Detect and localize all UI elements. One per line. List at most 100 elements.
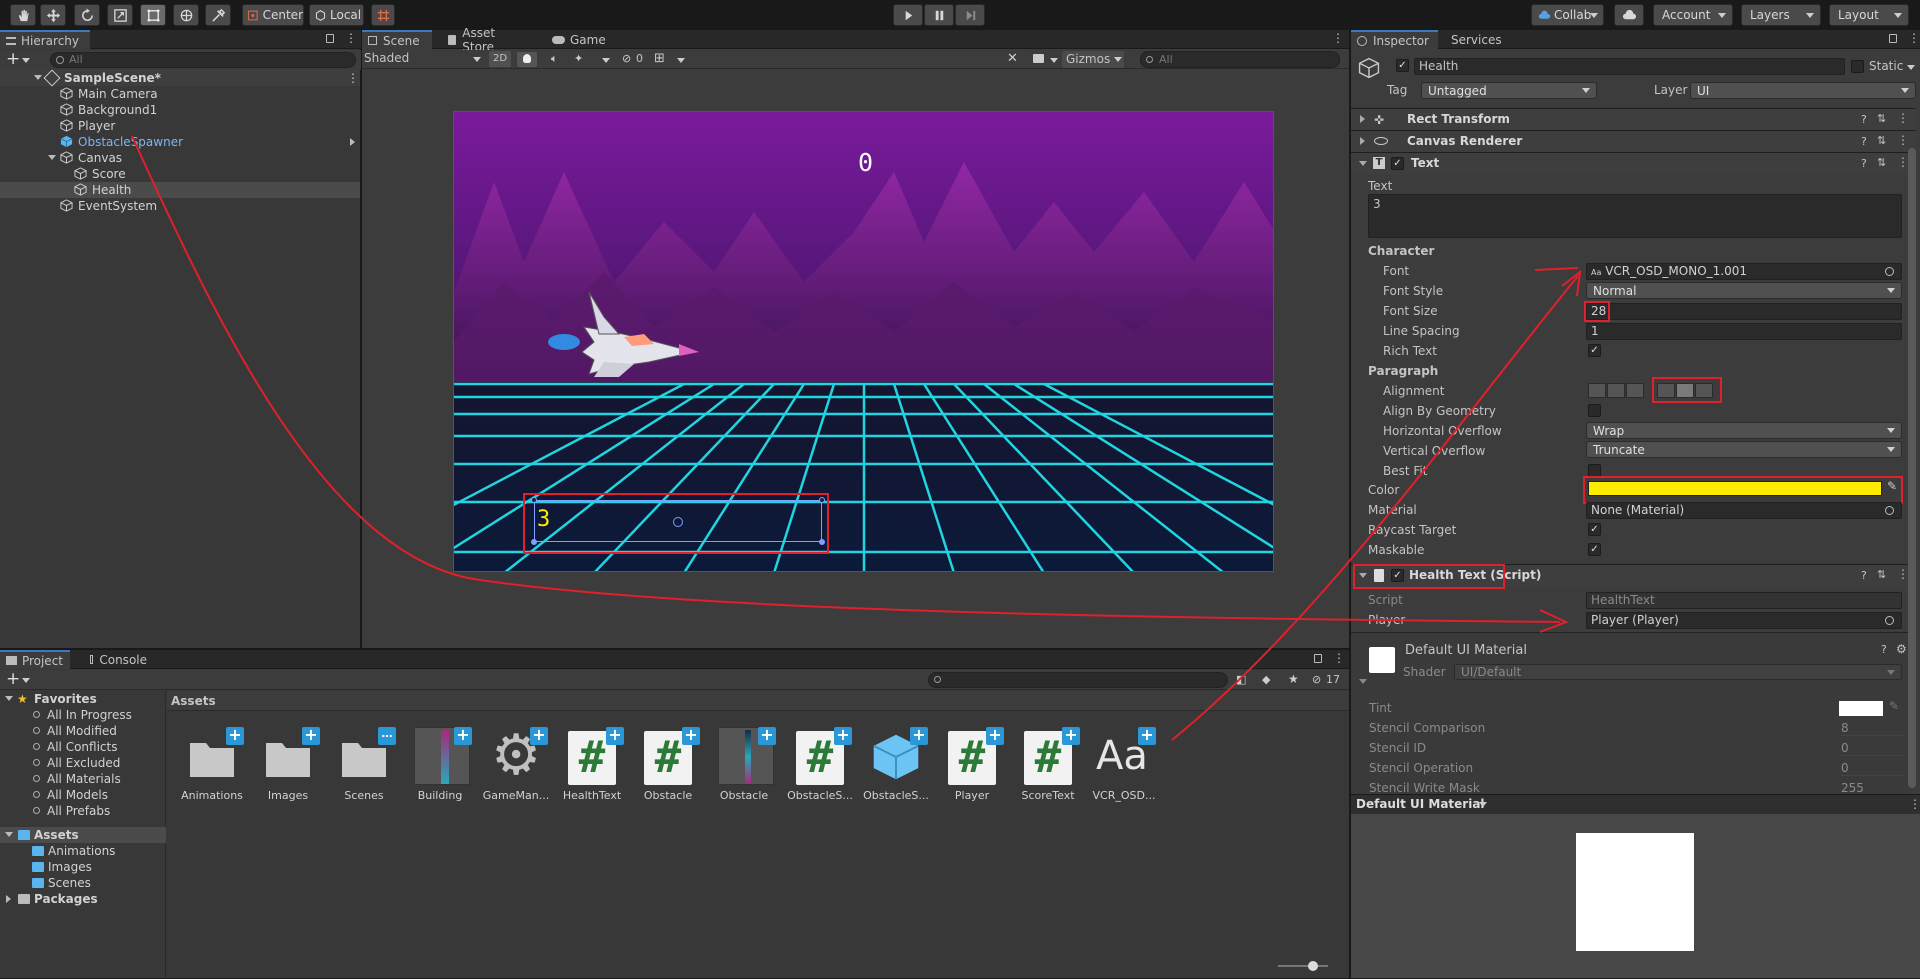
gizmos-dropdown[interactable]: Gizmos <box>1062 51 1124 68</box>
layer-dropdown[interactable]: UI <box>1690 82 1916 99</box>
asset-tile-obstaclespawner-prefab[interactable]: + ObstacleS... <box>858 727 934 807</box>
object-name-field[interactable]: Health <box>1414 58 1845 75</box>
component-text[interactable]: T ✓ Text ? ⇅ ⋮ <box>1351 152 1916 174</box>
static-checkbox[interactable] <box>1851 60 1864 73</box>
favorite-all-modified[interactable]: All Modified <box>0 723 166 739</box>
favorite-all-prefabs[interactable]: All Prefabs <box>0 803 166 819</box>
favorite-all-conflicts[interactable]: All Conflicts <box>0 739 166 755</box>
preset-icon[interactable]: ⇅ <box>1877 568 1886 581</box>
asset-tile-obstacle-sprite[interactable]: + Obstacle <box>706 727 782 807</box>
scene-search-input[interactable]: All <box>1140 51 1340 68</box>
raycast-checkbox[interactable]: ✓ <box>1588 523 1601 536</box>
hierarchy-item-obstacle-spawner[interactable]: ObstacleSpawner <box>0 134 360 150</box>
help-icon[interactable]: ? <box>1861 157 1867 170</box>
add-button[interactable]: + <box>6 49 20 69</box>
move-tool-button[interactable] <box>40 4 66 26</box>
hidden-objects-icon[interactable]: ⊘ <box>622 52 631 65</box>
help-icon[interactable]: ? <box>1881 643 1887 656</box>
font-style-dropdown[interactable]: Normal <box>1586 282 1902 299</box>
expand-arrow-icon[interactable] <box>1359 679 1367 684</box>
tab-hierarchy[interactable]: Hierarchy <box>0 30 90 49</box>
rotate-tool-button[interactable] <box>74 4 100 26</box>
tab-console[interactable]: Console <box>84 650 154 669</box>
alignment-left-button[interactable] <box>1588 383 1606 398</box>
maskable-checkbox[interactable]: ✓ <box>1588 543 1601 556</box>
play-button[interactable] <box>893 4 923 26</box>
favorite-all-excluded[interactable]: All Excluded <box>0 755 166 771</box>
hidden-packages-icon[interactable]: ⊘ <box>1312 673 1321 686</box>
effects-icon[interactable]: ✦ <box>574 52 583 65</box>
tab-services[interactable]: Services <box>1445 30 1515 49</box>
toggle-2d-button[interactable]: 2D <box>489 51 511 67</box>
chevron-down-icon[interactable] <box>1050 58 1058 63</box>
hand-tool-button[interactable] <box>10 4 36 26</box>
chevron-right-icon[interactable] <box>350 138 355 146</box>
hierarchy-item-health[interactable]: Health <box>0 182 360 198</box>
component-rect-transform[interactable]: ✜ Rect Transform ? ⇅ ⋮ <box>1351 108 1916 130</box>
eyedropper-icon[interactable]: ✎ <box>1887 479 1897 493</box>
kebab-menu-icon[interactable]: ⋮ <box>1332 31 1344 45</box>
rect-handle[interactable] <box>819 497 825 503</box>
tab-scene[interactable]: Scene <box>362 30 432 49</box>
grid-snap-button[interactable] <box>371 4 395 26</box>
align-geometry-checkbox[interactable] <box>1588 404 1601 417</box>
tab-game[interactable]: Game <box>546 30 616 49</box>
asset-tile-animations[interactable]: + Animations <box>174 727 250 807</box>
pivot-center-button[interactable]: Center <box>242 4 304 26</box>
help-icon[interactable]: ? <box>1861 135 1867 148</box>
scene-game-view[interactable]: 0 3 <box>453 111 1274 572</box>
font-field[interactable]: Aa VCR_OSD_MONO_1.001 <box>1586 263 1902 280</box>
favorite-all-models[interactable]: All Models <box>0 787 166 803</box>
kebab-menu-icon[interactable]: ⋮ <box>1908 31 1920 45</box>
draw-mode-dropdown[interactable]: Shaded <box>364 51 484 67</box>
object-picker-icon[interactable] <box>1885 616 1894 625</box>
asset-breadcrumb[interactable]: Assets <box>167 691 1349 711</box>
expand-arrow-icon[interactable] <box>48 155 56 160</box>
text-enabled-checkbox[interactable]: ✓ <box>1391 157 1404 170</box>
asset-tile-scenes[interactable]: … Scenes <box>326 727 402 807</box>
add-button[interactable]: + <box>6 669 20 689</box>
hierarchy-search-input[interactable]: All <box>50 52 356 68</box>
line-spacing-field[interactable]: 1 <box>1586 323 1902 340</box>
filter-label-icon[interactable]: ◆ <box>1262 673 1270 686</box>
kebab-menu-icon[interactable]: ⋮ <box>1909 797 1920 811</box>
material-field[interactable]: None (Material) <box>1586 502 1902 519</box>
alignment-upper-button[interactable] <box>1657 383 1675 398</box>
asset-tile-healthtext[interactable]: # + HealthText <box>554 727 630 807</box>
audio-icon[interactable]: 🔈︎ <box>551 52 558 66</box>
slider-thumb[interactable] <box>1308 961 1318 971</box>
health-text-rect[interactable]: 3 <box>531 497 825 545</box>
kebab-menu-icon[interactable]: ⋮ <box>345 31 357 45</box>
rect-handle[interactable] <box>819 539 825 545</box>
pause-button[interactable] <box>924 4 954 26</box>
preview-header[interactable]: Default UI Material ⋮ <box>1351 794 1920 814</box>
hierarchy-item-main-camera[interactable]: Main Camera <box>0 86 360 102</box>
favorite-all-in-progress[interactable]: All In Progress <box>0 707 166 723</box>
cloud-services-button[interactable] <box>1614 4 1644 26</box>
collab-dropdown[interactable]: Collab <box>1531 4 1604 26</box>
tab-asset-store[interactable]: Asset Store <box>442 26 532 54</box>
hierarchy-item-canvas[interactable]: Canvas <box>0 150 360 166</box>
filter-type-icon[interactable]: ◧ <box>1236 673 1246 686</box>
asset-tile-images[interactable]: + Images <box>250 727 326 807</box>
assets-folder-images[interactable]: Images <box>0 859 166 875</box>
assets-folder-scenes[interactable]: Scenes <box>0 875 166 891</box>
alignment-right-button[interactable] <box>1626 383 1644 398</box>
alignment-lower-button[interactable] <box>1695 383 1713 398</box>
asset-tile-obstacle-script[interactable]: # + Obstacle <box>630 727 706 807</box>
color-swatch-field[interactable] <box>1588 481 1882 496</box>
hierarchy-item-score[interactable]: Score <box>0 166 360 182</box>
chevron-down-icon[interactable] <box>22 58 30 63</box>
script-enabled-checkbox[interactable]: ✓ <box>1391 569 1404 582</box>
pivot-handle[interactable] <box>673 517 683 527</box>
player-field[interactable]: Player (Player) <box>1586 612 1902 629</box>
scale-tool-button[interactable] <box>107 4 133 26</box>
assets-folder-animations[interactable]: Animations <box>0 843 166 859</box>
assets-root-row[interactable]: Assets <box>0 827 166 843</box>
alignment-middle-button[interactable] <box>1676 383 1694 398</box>
kebab-menu-icon[interactable]: ⋮ <box>1333 651 1345 665</box>
text-area[interactable]: 3 <box>1368 194 1902 238</box>
tools-icon[interactable]: ✕ <box>1007 51 1018 66</box>
asset-tile-obstaclespawner-script[interactable]: # + ObstacleS... <box>782 727 858 807</box>
scene-row[interactable]: SampleScene* ⋮ <box>0 69 360 87</box>
